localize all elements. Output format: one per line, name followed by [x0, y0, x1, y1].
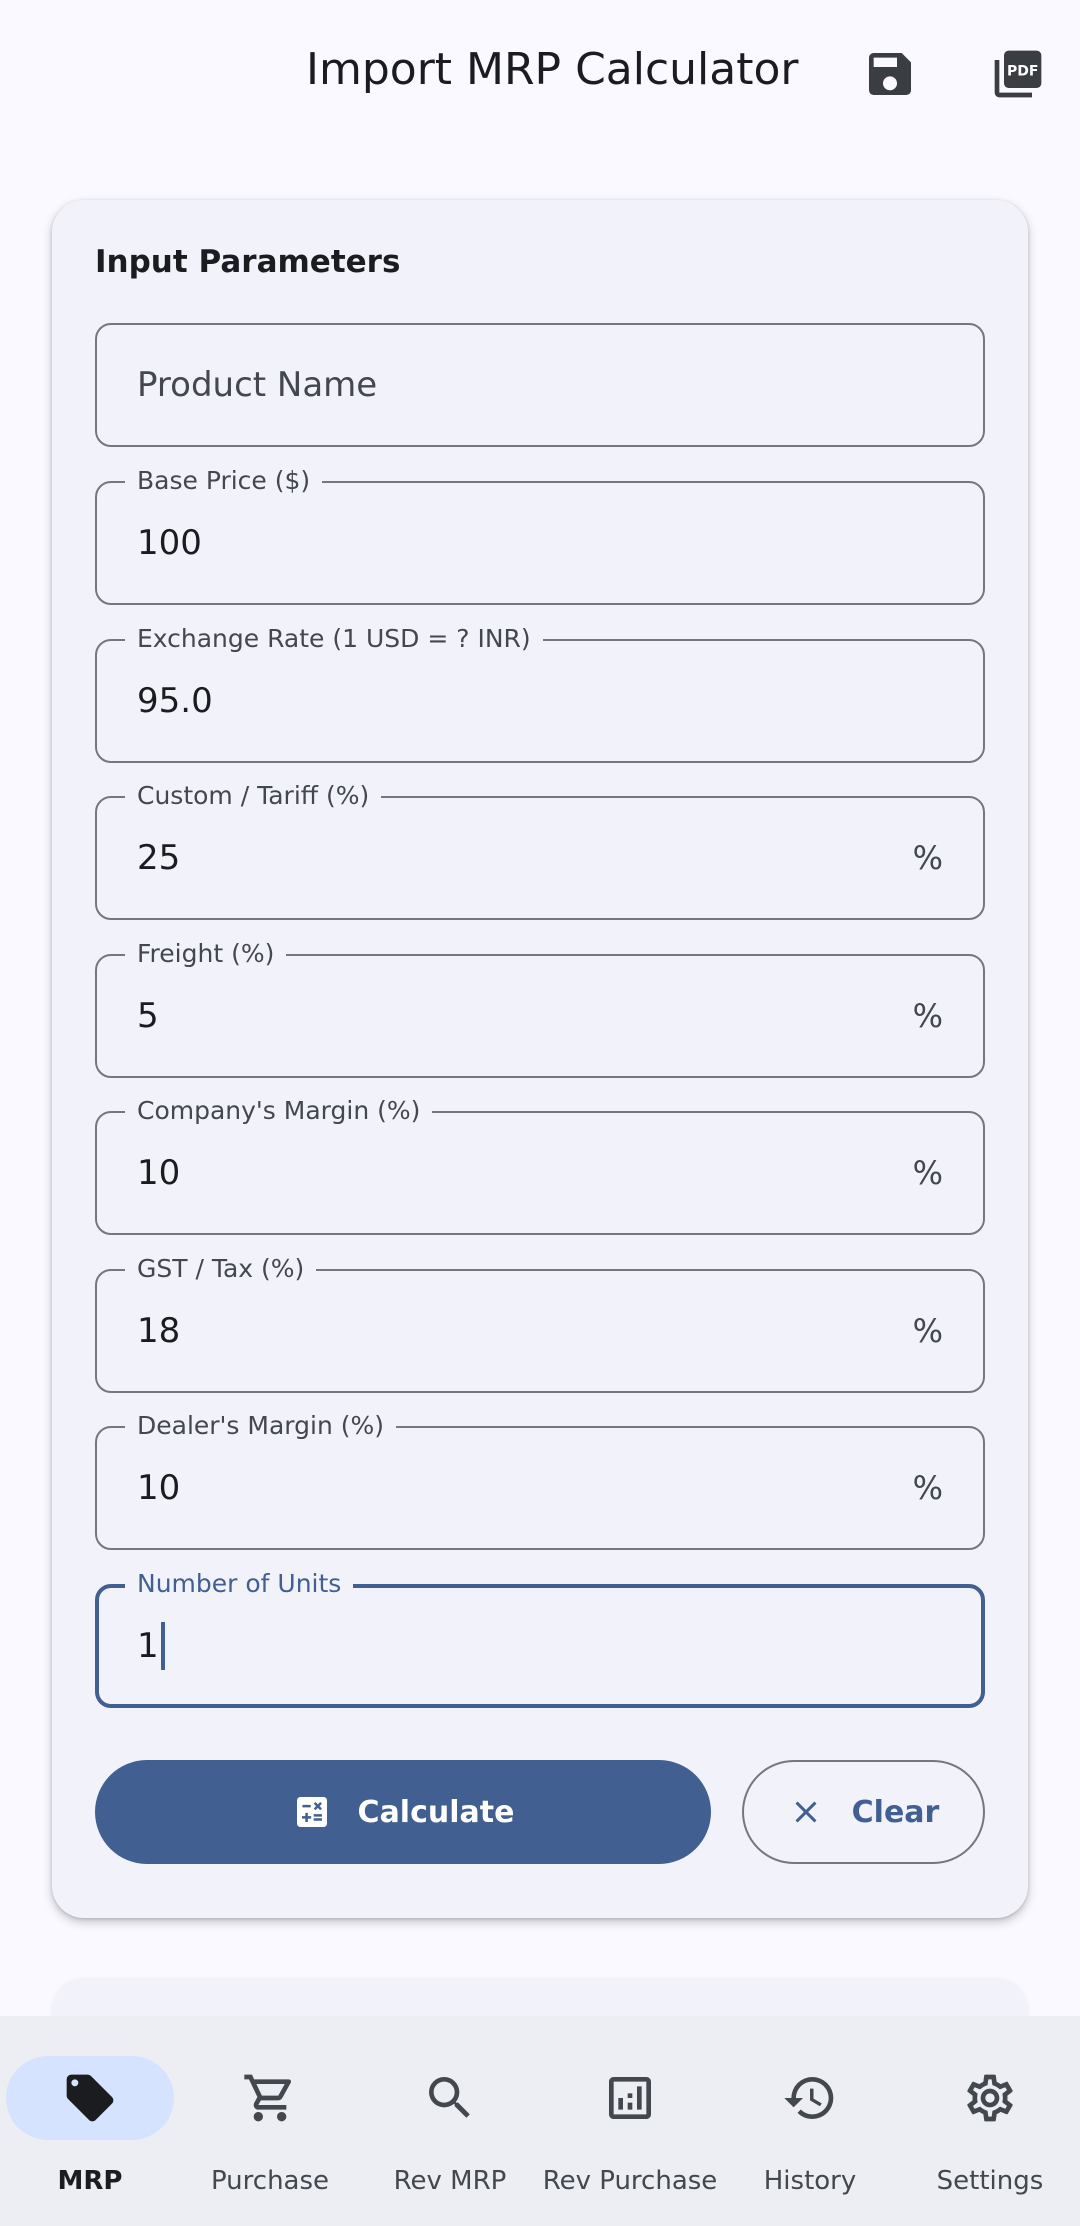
exchange-rate-label: Exchange Rate (1 USD = ? INR) — [125, 625, 543, 653]
section-title: Input Parameters — [95, 244, 401, 280]
save-icon — [869, 53, 911, 95]
save-button[interactable] — [858, 42, 922, 106]
freight-field[interactable]: Freight (%) 5 % — [95, 940, 985, 1078]
units-value-wrap: 1 — [137, 1622, 165, 1670]
text-cursor — [160, 1622, 165, 1670]
pdf-icon: PDF — [994, 50, 1042, 98]
base-price-field[interactable]: Base Price ($) 100 — [95, 467, 985, 605]
company-margin-field[interactable]: Company's Margin (%) 10 % — [95, 1097, 985, 1235]
clear-label: Clear — [851, 1794, 940, 1830]
tag-icon — [66, 2074, 114, 2122]
nav-item-rev-mrp[interactable]: Rev MRP — [360, 2016, 540, 2226]
search-icon — [429, 2077, 470, 2118]
calculate-button[interactable]: Calculate — [95, 1760, 711, 1864]
units-field[interactable]: Number of Units 1 — [95, 1570, 985, 1708]
custom-tariff-suffix: % — [912, 839, 943, 877]
gear-icon — [967, 2074, 1013, 2122]
history-icon — [784, 2077, 834, 2119]
company-margin-value: 10 — [137, 1153, 181, 1193]
input-parameters-card: Input Parameters Product Name Base Price… — [52, 200, 1028, 1918]
nav-label: Purchase — [210, 2166, 330, 2196]
product-name-placeholder: Product Name — [137, 365, 378, 405]
freight-suffix: % — [912, 997, 943, 1035]
calculate-icon — [296, 1797, 327, 1827]
page-title: Import MRP Calculator — [306, 44, 799, 95]
nav-item-settings[interactable]: Settings — [900, 2016, 1080, 2226]
custom-tariff-field[interactable]: Custom / Tariff (%) 25 % — [95, 782, 985, 920]
product-name-field[interactable]: Product Name — [95, 323, 985, 447]
dealer-margin-label: Dealer's Margin (%) — [125, 1412, 396, 1440]
nav-label: History — [763, 2166, 857, 2196]
dealer-margin-field[interactable]: Dealer's Margin (%) 10 % — [95, 1412, 985, 1550]
custom-tariff-value: 25 — [137, 838, 181, 878]
chart-icon — [609, 2077, 651, 2119]
nav-item-history[interactable]: History — [720, 2016, 900, 2226]
nav-label: Rev Purchase — [542, 2166, 718, 2196]
gst-tax-field[interactable]: GST / Tax (%) 18 % — [95, 1255, 985, 1393]
clear-button[interactable]: Clear — [742, 1760, 985, 1864]
company-margin-label: Company's Margin (%) — [125, 1097, 433, 1125]
gst-tax-label: GST / Tax (%) — [125, 1255, 317, 1283]
company-margin-suffix: % — [912, 1154, 943, 1192]
nav-label: Rev MRP — [393, 2166, 507, 2196]
close-icon — [795, 1801, 817, 1823]
cart-icon — [244, 2074, 292, 2122]
nav-label: Settings — [936, 2166, 1044, 2196]
exchange-rate-field[interactable]: Exchange Rate (1 USD = ? INR) 95.0 — [95, 625, 985, 763]
base-price-value: 100 — [137, 523, 202, 563]
custom-tariff-label: Custom / Tariff (%) — [125, 782, 382, 810]
app-bar: Import MRP Calculator PDF — [0, 0, 1080, 148]
freight-value: 5 — [137, 996, 159, 1036]
nav-item-purchase[interactable]: Purchase — [180, 2016, 360, 2226]
exchange-rate-value: 95.0 — [137, 681, 213, 721]
units-label: Number of Units — [125, 1570, 354, 1598]
bottom-navigation: MRP Purchase Rev MRP Rev Purchase Histor… — [0, 2016, 1080, 2226]
nav-label: MRP — [57, 2166, 123, 2196]
freight-label: Freight (%) — [125, 940, 287, 968]
dealer-margin-suffix: % — [912, 1469, 943, 1507]
gst-tax-value: 18 — [137, 1311, 181, 1351]
calculate-label: Calculate — [357, 1794, 515, 1830]
nav-item-mrp[interactable]: MRP — [0, 2016, 180, 2226]
base-price-label: Base Price ($) — [125, 467, 323, 495]
nav-item-rev-purchase[interactable]: Rev Purchase — [540, 2016, 720, 2226]
units-value: 1 — [137, 1626, 159, 1666]
pdf-icon-text: PDF — [1007, 63, 1038, 79]
gst-tax-suffix: % — [912, 1312, 943, 1350]
dealer-margin-value: 10 — [137, 1468, 181, 1508]
pdf-export-button[interactable]: PDF — [986, 42, 1050, 106]
